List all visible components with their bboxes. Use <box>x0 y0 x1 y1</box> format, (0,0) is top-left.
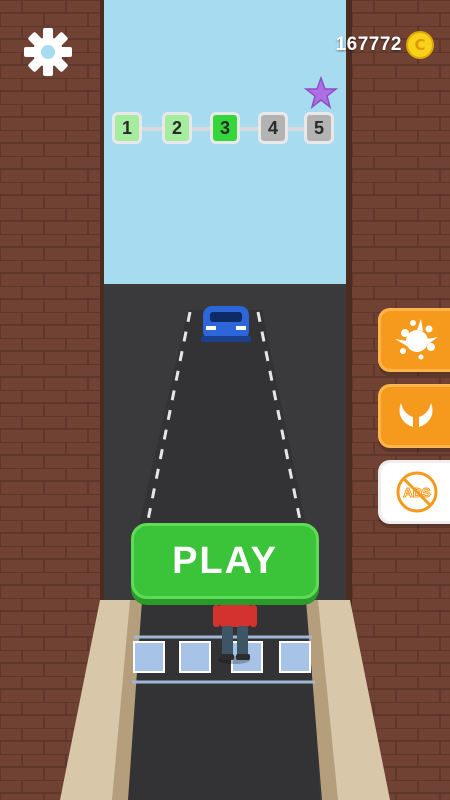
level-2-label: 2 <box>171 117 182 138</box>
settings-button[interactable] <box>20 24 76 80</box>
wings-icon <box>399 403 433 427</box>
level-1-label: 1 <box>121 117 132 138</box>
level-3-label: 3 <box>219 117 230 138</box>
coin-icon: C <box>406 31 434 59</box>
coin-count: 167772 <box>335 34 402 55</box>
gear-icon <box>24 28 72 76</box>
paint-splat-button[interactable] <box>378 308 450 372</box>
wings-button[interactable] <box>378 384 450 448</box>
star-icon <box>304 76 338 109</box>
coin-symbol: C <box>414 36 426 54</box>
level-4-badge: 4 <box>258 112 288 144</box>
level-2-badge: 2 <box>162 112 192 144</box>
level-4-label: 4 <box>267 117 278 138</box>
paint-splat-icon <box>395 319 438 360</box>
play-label: PLAY <box>172 539 278 582</box>
coin-counter: 167772 C <box>336 30 434 60</box>
no-ads-icon: ADS <box>396 471 438 513</box>
level-5-badge: 5 <box>304 112 334 144</box>
level-5-label: 5 <box>313 117 324 138</box>
level-3-badge: 3 <box>210 112 240 144</box>
no-ads-button[interactable]: ADS <box>378 460 450 524</box>
play-button[interactable]: PLAY <box>131 523 319 599</box>
level-progress: 1 2 3 4 5 <box>112 110 342 148</box>
level-1-badge: 1 <box>112 112 142 144</box>
blue-car <box>201 306 251 342</box>
